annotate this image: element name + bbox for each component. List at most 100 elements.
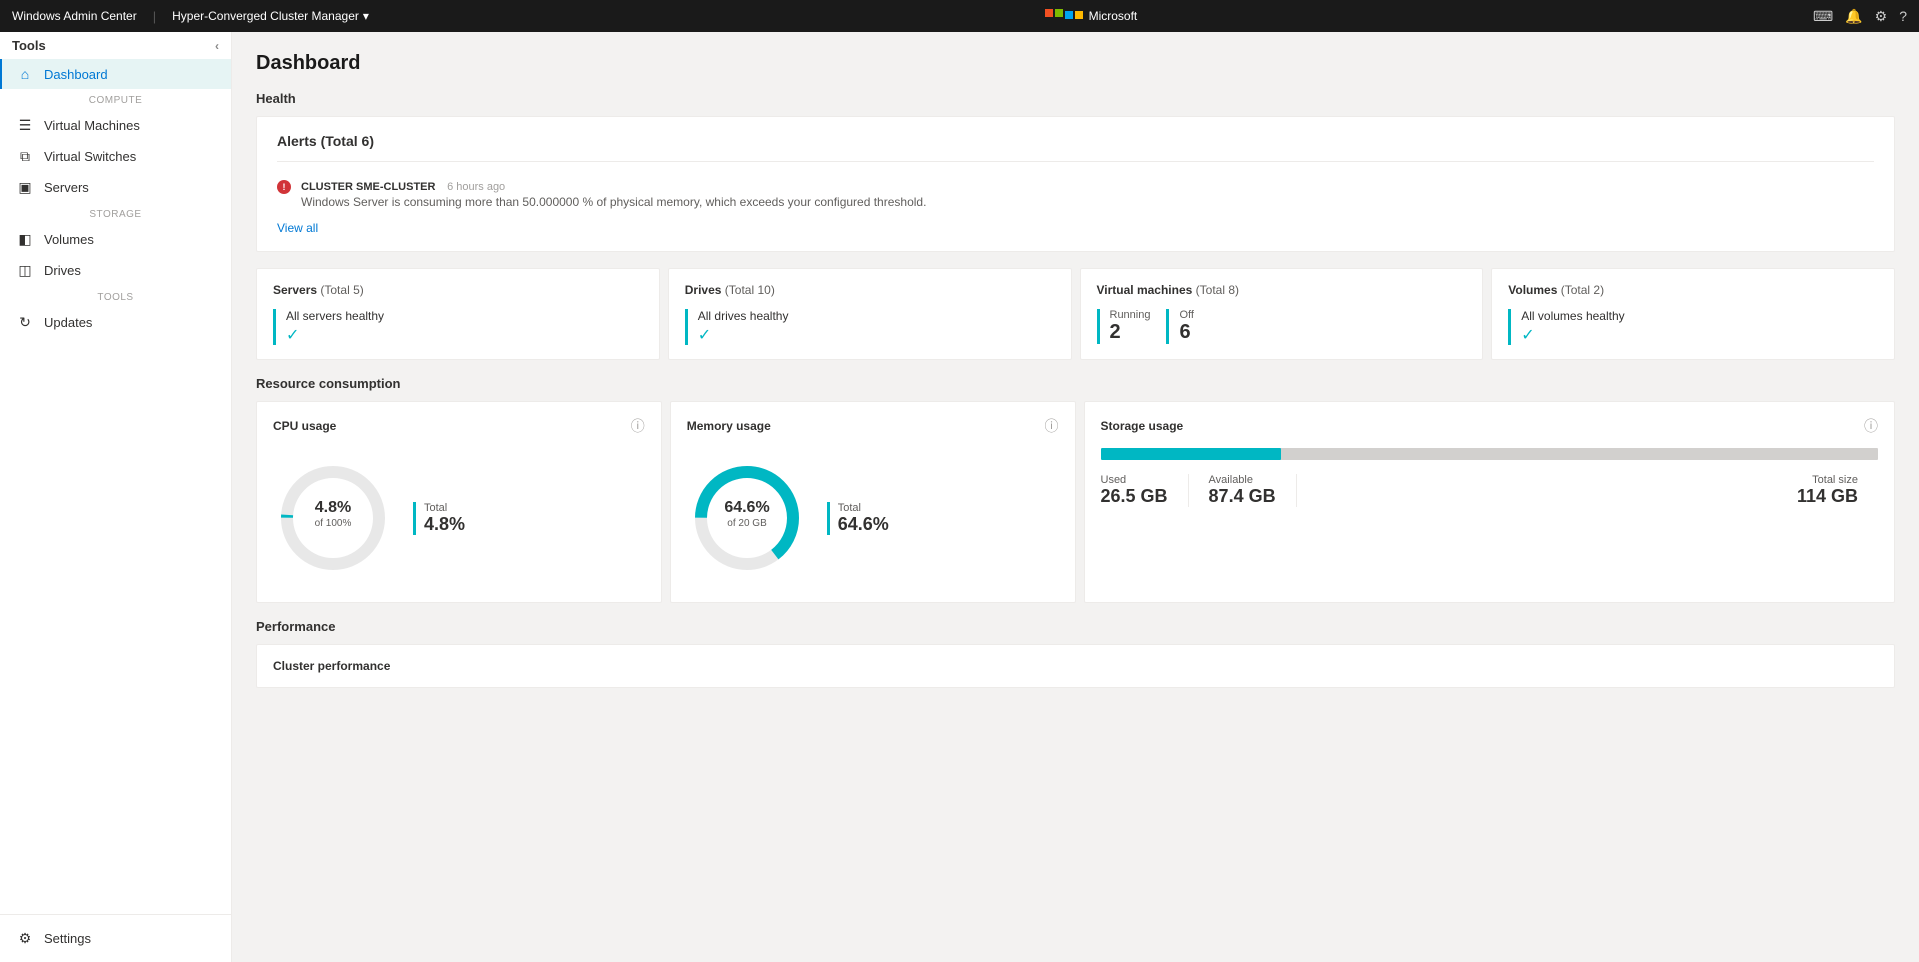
storage-stats: Used 26.5 GB Available 87.4 GB Total siz…: [1101, 474, 1879, 507]
memory-title: Memory usage: [687, 419, 771, 433]
page-title: Dashboard: [256, 52, 1895, 75]
cluster-manager-title[interactable]: Hyper-Converged Cluster Manager ▾: [172, 9, 369, 23]
servers-healthy-status: All servers healthy ✓: [273, 309, 643, 345]
drives-healthy-status: All drives healthy ✓: [685, 309, 1055, 345]
memory-sub-text: of 20 GB: [727, 518, 767, 529]
running-value: 2: [1110, 321, 1151, 344]
memory-pct-text: 64.6%: [724, 499, 769, 516]
sidebar-item-updates[interactable]: ↻ Updates: [0, 307, 231, 338]
topbar: Windows Admin Center | Hyper-Converged C…: [0, 0, 1919, 32]
alert-content: CLUSTER SME-CLUSTER 6 hours ago Windows …: [301, 178, 1874, 209]
memory-legend: Total 64.6%: [827, 502, 889, 535]
sidebar-item-virtual-switches[interactable]: ⧉ Virtual Switches: [0, 141, 231, 172]
sidebar-item-label: Drives: [44, 263, 81, 278]
topbar-actions: ⌨ 🔔 ⚙ ?: [1813, 8, 1907, 25]
vms-off-stat: Off 6: [1166, 309, 1193, 344]
drives-healthy-label: All drives healthy: [698, 309, 1055, 323]
cpu-info-icon[interactable]: ⓘ: [631, 416, 645, 436]
sidebar-item-label: Virtual Machines: [44, 118, 140, 133]
sidebar-item-servers[interactable]: ▣ Servers: [0, 172, 231, 203]
chevron-down-icon: ▾: [363, 9, 369, 23]
sidebar-item-settings[interactable]: ⚙ Settings: [0, 923, 231, 954]
storage-available-label: Available: [1209, 474, 1276, 486]
memory-donut-chart: 64.6% of 20 GB: [687, 458, 807, 578]
servers-health-card: Servers (Total 5) All servers healthy ✓: [256, 268, 660, 360]
help-icon[interactable]: ?: [1899, 8, 1907, 24]
checkmark-icon: ✓: [286, 325, 643, 345]
volumes-health-card: Volumes (Total 2) All volumes healthy ✓: [1491, 268, 1895, 360]
sidebar-item-drives[interactable]: ◫ Drives: [0, 255, 231, 286]
server-icon: ▣: [16, 179, 34, 196]
cpu-total-value: 4.8%: [424, 514, 465, 535]
storage-available-value: 87.4 GB: [1209, 486, 1276, 507]
memory-total-legend: Total 64.6%: [827, 502, 889, 535]
alert-time: 6 hours ago: [447, 181, 505, 193]
resource-section: Resource consumption CPU usage ⓘ 4.8% of…: [256, 376, 1895, 603]
memory-card: Memory usage ⓘ 64.6% of 20 GB: [670, 401, 1076, 603]
alert-header: CLUSTER SME-CLUSTER 6 hours ago: [301, 178, 1874, 193]
vms-health-card: Virtual machines (Total 8) Running 2 Off…: [1080, 268, 1484, 360]
alerts-title: Alerts (Total 6): [277, 133, 1874, 149]
storage-card-header: Storage usage ⓘ: [1101, 416, 1879, 436]
view-all-link[interactable]: View all: [277, 221, 318, 235]
collapse-icon[interactable]: ‹: [215, 39, 219, 53]
storage-used-stat: Used 26.5 GB: [1101, 474, 1189, 507]
settings-icon: ⚙: [16, 930, 34, 947]
memory-card-header: Memory usage ⓘ: [687, 416, 1059, 436]
servers-card-title: Servers (Total 5): [273, 283, 643, 297]
compute-section-label: COMPUTE: [0, 89, 231, 110]
sidebar-bottom: ⚙ Settings: [0, 914, 231, 962]
health-section: Health Alerts (Total 6) CLUSTER SME-CLUS…: [256, 91, 1895, 360]
cpu-donut-chart: 4.8% of 100%: [273, 458, 393, 578]
terminal-icon[interactable]: ⌨: [1813, 8, 1833, 25]
memory-total-label: Total: [838, 502, 889, 514]
volumes-total: (Total 2): [1561, 283, 1604, 297]
storage-bar-track: [1101, 448, 1879, 460]
memory-info-icon[interactable]: ⓘ: [1045, 416, 1059, 436]
storage-info-icon[interactable]: ⓘ: [1864, 416, 1878, 436]
vm-icon: ☰: [16, 117, 34, 134]
servers-total: (Total 5): [320, 283, 363, 297]
performance-section: Performance Cluster performance: [256, 619, 1895, 688]
storage-title: Storage usage: [1101, 419, 1184, 433]
bell-icon[interactable]: 🔔: [1845, 8, 1862, 25]
cluster-perf-title: Cluster performance: [273, 659, 1878, 673]
cpu-card-header: CPU usage ⓘ: [273, 416, 645, 436]
memory-total-value: 64.6%: [838, 514, 889, 535]
sidebar-item-volumes[interactable]: ◧ Volumes: [0, 224, 231, 255]
volumes-card-title: Volumes (Total 2): [1508, 283, 1878, 297]
health-section-label: Health: [256, 91, 1895, 106]
checkmark-icon: ✓: [1521, 325, 1878, 345]
sidebar-item-label: Virtual Switches: [44, 149, 136, 164]
vms-stats: Running 2 Off 6: [1097, 309, 1467, 344]
layout: Tools ‹ ⌂ Dashboard COMPUTE ☰ Virtual Ma…: [0, 32, 1919, 962]
storage-section-label: STORAGE: [0, 203, 231, 224]
drives-health-card: Drives (Total 10) All drives healthy ✓: [668, 268, 1072, 360]
alert-item: CLUSTER SME-CLUSTER 6 hours ago Windows …: [277, 170, 1874, 217]
cpu-total-label: Total: [424, 502, 465, 514]
cpu-total-legend: Total 4.8%: [413, 502, 465, 535]
gear-icon[interactable]: ⚙: [1875, 8, 1888, 25]
memory-donut-container: 64.6% of 20 GB Total 64.6%: [687, 448, 1059, 588]
sidebar-item-dashboard[interactable]: ⌂ Dashboard: [0, 59, 231, 89]
storage-bar-fill: [1101, 448, 1281, 460]
drives-total: (Total 10): [725, 283, 775, 297]
checkmark-icon: ✓: [698, 325, 1055, 345]
storage-total-stat: Total size 114 GB: [1797, 474, 1878, 507]
sidebar-item-virtual-machines[interactable]: ☰ Virtual Machines: [0, 110, 231, 141]
cpu-donut-container: 4.8% of 100% Total 4.8%: [273, 448, 645, 588]
storage-available-stat: Available 87.4 GB: [1209, 474, 1297, 507]
cpu-title: CPU usage: [273, 419, 336, 433]
off-value: 6: [1179, 321, 1193, 344]
resource-section-label: Resource consumption: [256, 376, 1895, 391]
alert-cluster-name: CLUSTER SME-CLUSTER: [301, 181, 435, 193]
cpu-sub-text: of 100%: [315, 518, 352, 529]
home-icon: ⌂: [16, 66, 34, 82]
switch-icon: ⧉: [16, 148, 34, 165]
volumes-healthy-status: All volumes healthy ✓: [1508, 309, 1878, 345]
cpu-card: CPU usage ⓘ 4.8% of 100% Total: [256, 401, 662, 603]
divider: [277, 161, 1874, 162]
app-title: Windows Admin Center: [12, 9, 137, 23]
drives-card-title: Drives (Total 10): [685, 283, 1055, 297]
tools-section-label: TOOLS: [0, 286, 231, 307]
